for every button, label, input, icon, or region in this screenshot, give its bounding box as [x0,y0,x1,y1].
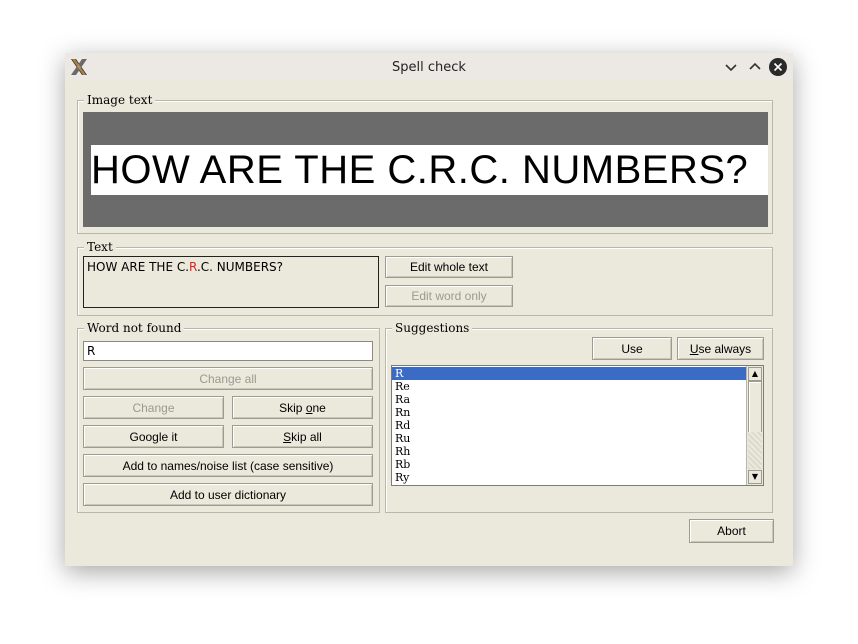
add-to-names-list-button[interactable]: Add to names/noise list (case sensitive) [83,454,373,477]
window-title: Spell check [392,60,466,75]
google-it-button[interactable]: Google it [83,425,224,448]
suggestion-item[interactable]: Ra [392,393,747,406]
suggestions-list[interactable]: R Re Ra Rn Rd Ru Rh Rb Ry ▲ ▼ [391,365,764,486]
change-all-button[interactable]: Change all [83,367,373,390]
skip-all-label-a: S [283,429,292,444]
edit-word-only-button[interactable]: Edit word only [385,285,513,307]
spell-check-dialog: Spell check Image text HOW ARE THE C.R.C… [65,53,793,566]
image-text-content: HOW ARE THE C.R.C. NUMBERS? [91,145,768,195]
suggestion-item[interactable]: Ru [392,432,747,445]
image-text-preview: HOW ARE THE C.R.C. NUMBERS? [83,112,768,227]
minimize-icon[interactable] [722,58,740,76]
word-not-found-legend: Word not found [84,321,185,335]
suggestion-item[interactable]: Rh [392,445,747,458]
suggestion-item[interactable]: Re [392,380,747,393]
edit-whole-text-button[interactable]: Edit whole text [385,256,513,278]
text-after: .C. NUMBERS? [196,260,284,274]
skip-one-button[interactable]: Skip one [232,396,373,419]
suggestion-item[interactable]: Rb [392,458,747,471]
suggestions-items: R Re Ra Rn Rd Ru Rh Rb Ry [392,367,747,484]
change-button[interactable]: Change [83,396,224,419]
suggestion-item[interactable]: Rn [392,406,747,419]
suggestion-item-selected[interactable]: R [392,367,747,380]
add-to-user-dictionary-button[interactable]: Add to user dictionary [83,483,373,506]
scrollbar-thumb[interactable] [748,381,762,433]
text-display[interactable]: HOW ARE THE C.R.C. NUMBERS? [83,256,379,308]
text-highlighted-word: R [189,260,197,274]
skip-all-label-b: kip all [291,429,322,444]
skip-all-button[interactable]: Skip all [232,425,373,448]
skip-one-label-c: ne [312,400,326,415]
close-icon[interactable] [769,58,787,76]
suggestion-item[interactable]: Rd [392,419,747,432]
scrollbar-track[interactable] [748,432,762,469]
text-legend: Text [84,240,116,254]
use-always-button[interactable]: Use always [677,337,764,360]
scroll-up-arrow-icon[interactable]: ▲ [748,367,762,381]
scroll-down-arrow-icon[interactable]: ▼ [748,470,762,484]
suggestion-item[interactable]: Ry [392,471,747,484]
skip-one-label-b: o [305,400,313,415]
word-input[interactable] [83,341,373,361]
use-always-label-b: se always [698,341,752,356]
skip-one-label-a: Skip [279,400,306,415]
maximize-icon[interactable] [746,58,764,76]
suggestions-legend: Suggestions [392,321,473,335]
text-before: HOW ARE THE C. [87,260,190,274]
title-bar[interactable]: Spell check [65,53,793,81]
abort-button[interactable]: Abort [689,519,774,543]
use-button[interactable]: Use [592,337,672,360]
image-text-legend: Image text [84,93,156,107]
suggestions-scrollbar[interactable]: ▲ ▼ [746,366,763,485]
